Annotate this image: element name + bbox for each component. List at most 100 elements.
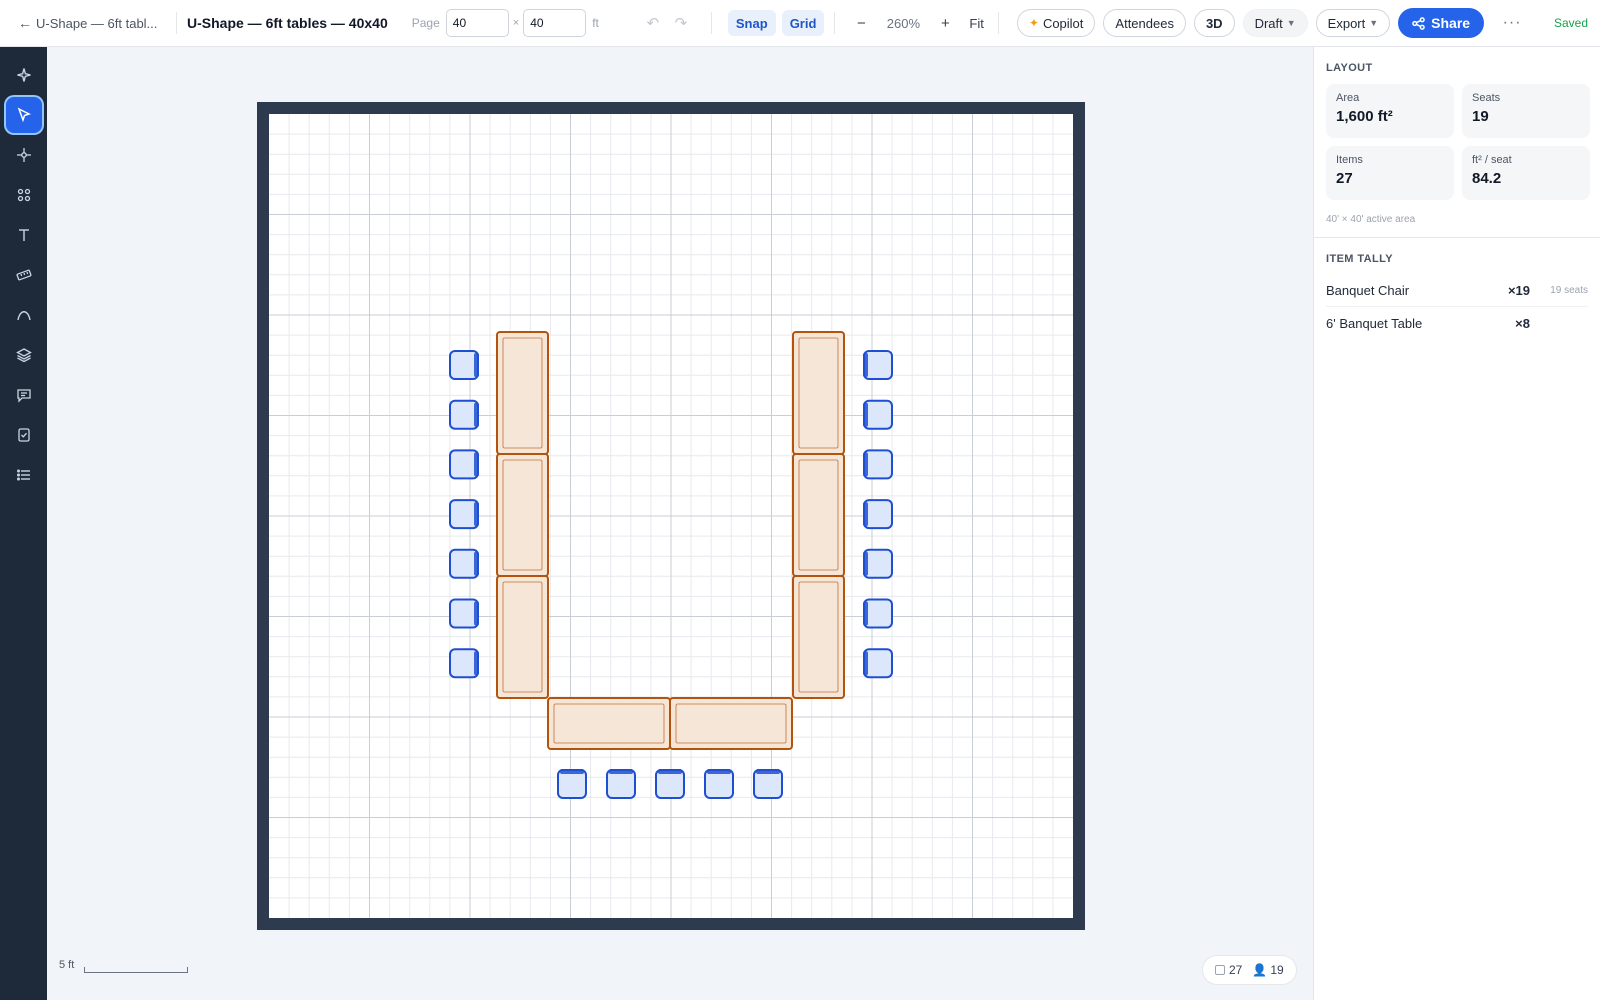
fit-button[interactable]: Fit xyxy=(969,16,983,31)
zoom-out-button[interactable]: − xyxy=(845,15,877,32)
tool-comments[interactable] xyxy=(6,377,42,413)
banquet-chair[interactable] xyxy=(606,769,636,799)
item-square-icon xyxy=(1215,965,1225,975)
banquet-chair[interactable] xyxy=(449,499,479,530)
room-floorplan[interactable] xyxy=(257,102,1085,930)
share-label: Share xyxy=(1431,15,1471,31)
divider xyxy=(710,12,712,34)
banquet-chair[interactable] xyxy=(753,769,783,799)
banquet-table[interactable] xyxy=(547,697,671,750)
more-options-button[interactable]: ··· xyxy=(1500,14,1524,32)
chair-back xyxy=(863,651,868,676)
copilot-button[interactable]: ✦ Copilot xyxy=(1016,9,1096,37)
banquet-chair[interactable] xyxy=(449,449,479,480)
chair-seat xyxy=(449,399,479,430)
banquet-chair[interactable] xyxy=(449,648,479,679)
chair-seat xyxy=(449,499,479,530)
banquet-chair[interactable] xyxy=(557,769,587,799)
item-tally: Banquet Chair ×19 19 seats 6' Banquet Ta… xyxy=(1314,265,1600,339)
grid-dots-icon xyxy=(17,188,30,202)
page-height-input[interactable] xyxy=(523,9,587,37)
chair-back xyxy=(474,502,479,527)
tool-node[interactable] xyxy=(6,137,42,173)
sparkle-icon xyxy=(16,68,31,82)
banquet-table[interactable] xyxy=(496,331,549,455)
export-label: Export xyxy=(1327,15,1366,31)
redo-icon[interactable]: ↷ xyxy=(667,14,695,32)
banquet-chair[interactable] xyxy=(449,350,479,380)
export-dropdown[interactable]: Export ▼ xyxy=(1315,9,1391,37)
banquet-chair[interactable] xyxy=(655,769,685,799)
page-width-input[interactable] xyxy=(445,9,509,37)
grid-toggle[interactable]: Grid xyxy=(781,10,825,36)
chair-seat xyxy=(557,769,587,799)
floorplan-canvas[interactable]: 5 ft 27 👤 19 xyxy=(47,47,1313,1000)
banquet-chair[interactable] xyxy=(863,499,893,530)
table-top xyxy=(792,331,845,455)
tool-text[interactable] xyxy=(6,217,42,253)
banquet-chair[interactable] xyxy=(704,769,734,799)
tool-sparkle[interactable] xyxy=(6,57,42,93)
chair-seat xyxy=(863,449,893,480)
banquet-chair[interactable] xyxy=(863,399,893,430)
tool-components[interactable] xyxy=(6,177,42,213)
top-toolbar: ← U-Shape — 6ft tabl... U-Shape — 6ft ta… xyxy=(0,0,1600,47)
document-title[interactable]: U-Shape — 6ft tables — 40x40 xyxy=(187,15,388,31)
caret-down-icon: ▼ xyxy=(1369,18,1379,28)
ruler-icon xyxy=(15,269,32,281)
banquet-chair[interactable] xyxy=(863,598,893,629)
chair-back xyxy=(474,601,479,626)
scale-bar: 5 ft xyxy=(59,959,189,973)
chair-back xyxy=(863,353,868,377)
chair-seat xyxy=(449,449,479,480)
banquet-table[interactable] xyxy=(792,453,845,577)
checklist-icon xyxy=(17,428,30,442)
snap-toggle[interactable]: Snap xyxy=(727,10,776,36)
tool-checklist[interactable] xyxy=(6,417,42,453)
stat-area: Area 1,600 ft² xyxy=(1326,84,1454,138)
node-icon xyxy=(16,148,31,162)
properties-panel: LAYOUT Area 1,600 ft² Seats 19 Items 27 … xyxy=(1313,47,1600,1000)
back-link[interactable]: ← U-Shape — 6ft tabl... xyxy=(18,15,166,31)
banquet-chair[interactable] xyxy=(863,648,893,679)
copilot-label: Copilot xyxy=(1042,15,1084,31)
chair-back xyxy=(863,402,868,427)
banquet-chair[interactable] xyxy=(863,350,893,380)
back-link-label: U-Shape — 6ft tabl... xyxy=(36,15,158,31)
banquet-chair[interactable] xyxy=(863,449,893,480)
tally-row-chair[interactable]: Banquet Chair ×19 19 seats xyxy=(1326,275,1588,307)
list-icon xyxy=(16,469,30,481)
tool-layers[interactable] xyxy=(6,337,42,373)
tool-measure[interactable] xyxy=(6,257,42,293)
tool-curve[interactable] xyxy=(6,297,42,333)
tool-select[interactable] xyxy=(5,97,42,133)
3d-view-button[interactable]: 3D xyxy=(1193,9,1235,37)
banquet-table[interactable] xyxy=(792,331,845,455)
tally-section-title: ITEM TALLY xyxy=(1326,253,1393,265)
tool-sidebar xyxy=(0,47,47,1000)
banquet-table[interactable] xyxy=(496,575,549,699)
pointer-icon xyxy=(17,107,31,123)
share-icon xyxy=(1412,16,1425,30)
text-icon xyxy=(18,229,29,241)
banquet-chair[interactable] xyxy=(449,548,479,579)
undo-icon[interactable]: ↶ xyxy=(639,14,667,32)
banquet-table[interactable] xyxy=(792,575,845,699)
share-button[interactable]: Share xyxy=(1398,8,1485,38)
tally-row-table[interactable]: 6' Banquet Table ×8 xyxy=(1326,307,1588,339)
banquet-chair[interactable] xyxy=(449,399,479,430)
chair-back xyxy=(474,551,479,576)
zoom-in-button[interactable]: + xyxy=(929,15,961,32)
attendees-button[interactable]: Attendees xyxy=(1103,9,1186,37)
table-top xyxy=(792,453,845,577)
layout-stats: Area 1,600 ft² Seats 19 Items 27 ft² / s… xyxy=(1314,74,1600,200)
banquet-table[interactable] xyxy=(669,697,793,750)
status-dropdown[interactable]: Draft ▼ xyxy=(1242,9,1308,37)
banquet-chair[interactable] xyxy=(449,598,479,629)
tool-list[interactable] xyxy=(6,457,42,493)
sparkle-icon: ✦ xyxy=(1028,16,1039,30)
table-top xyxy=(547,697,671,750)
chair-back xyxy=(474,353,479,377)
banquet-table[interactable] xyxy=(496,453,549,577)
banquet-chair[interactable] xyxy=(863,548,893,579)
